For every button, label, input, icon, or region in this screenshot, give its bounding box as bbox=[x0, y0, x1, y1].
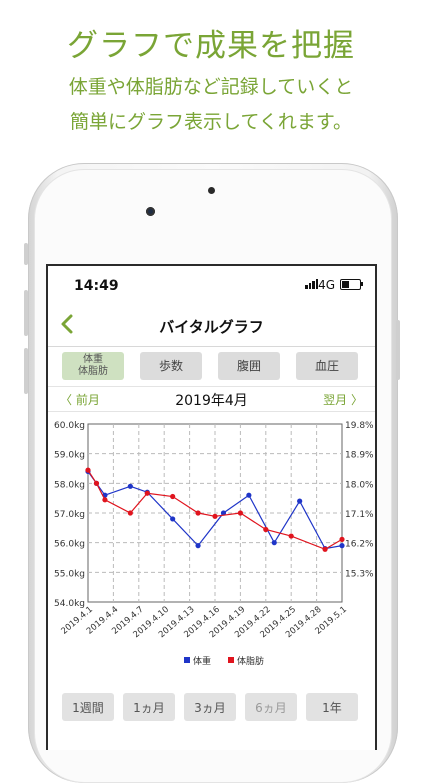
right-axis-tick-label: 15.3% bbox=[345, 569, 374, 579]
right-axis-tick-label: 16.2% bbox=[345, 540, 374, 550]
legend-label: 体重 bbox=[193, 655, 211, 667]
data-point-weight bbox=[271, 540, 277, 546]
data-point-bodyfat bbox=[212, 513, 218, 519]
data-point-weight bbox=[195, 543, 201, 549]
tab-blood-pressure[interactable]: 血圧 bbox=[296, 352, 358, 380]
data-point-bodyfat bbox=[93, 480, 100, 486]
tab-steps[interactable]: 歩数 bbox=[140, 352, 202, 380]
right-axis-tick-label: 17.1% bbox=[345, 510, 374, 520]
right-axis-tick-label: 18.0% bbox=[345, 480, 374, 490]
data-point-bodyfat bbox=[85, 467, 91, 473]
range-1-year-button[interactable]: 1年 bbox=[306, 693, 358, 721]
range-selector: 1週間 1ヵ月 3ヵ月 6ヵ月 1年 bbox=[48, 693, 375, 723]
next-month-button[interactable]: 翌月 〉 bbox=[323, 391, 363, 408]
promo-caption-line-1: 体重や体脂肪など記録していくと bbox=[68, 76, 354, 98]
volume-down-button bbox=[24, 348, 28, 394]
left-axis-tick-label: 55.0kg bbox=[54, 569, 85, 579]
range-1-month-button[interactable]: 1ヵ月 bbox=[123, 693, 175, 721]
data-point-weight bbox=[170, 516, 176, 522]
data-point-weight bbox=[339, 543, 345, 549]
data-point-bodyfat bbox=[288, 533, 294, 539]
mute-switch bbox=[24, 243, 28, 265]
data-point-bodyfat bbox=[263, 526, 269, 533]
vital-tabs: 体重 体脂肪 歩数 腹囲 血圧 bbox=[48, 348, 375, 384]
legend-swatch bbox=[228, 657, 234, 663]
data-point-bodyfat bbox=[322, 546, 328, 552]
app-screen: 14:49 4G バイタルグラフ 体重 体脂肪 歩数 腹囲 血圧 〈 前月 20… bbox=[46, 264, 377, 750]
range-3-months-button[interactable]: 3ヵ月 bbox=[184, 693, 236, 721]
front-camera bbox=[146, 207, 155, 216]
left-axis-tick-label: 54.0kg bbox=[54, 599, 85, 609]
vital-chart: 60.0kg 59.0kg 58.0kg 57.0kg 56.0kg 55.0kg 54.0… bbox=[54, 421, 374, 667]
data-point-bodyfat bbox=[102, 497, 108, 503]
range-1-week-button[interactable]: 1週間 bbox=[62, 693, 114, 721]
nav-bar: バイタルグラフ bbox=[48, 304, 375, 347]
signal-icon bbox=[305, 278, 318, 289]
right-axis-tick-label: 19.8% bbox=[345, 421, 374, 431]
data-point-bodyfat bbox=[195, 510, 201, 516]
data-point-bodyfat bbox=[127, 510, 133, 516]
promo-title: グラフで成果を把握 bbox=[67, 28, 355, 64]
data-point-bodyfat bbox=[237, 510, 243, 516]
left-axis-tick-label: 58.0kg bbox=[54, 480, 85, 490]
data-point-weight bbox=[297, 498, 303, 504]
tab-weight-bodyfat[interactable]: 体重 体脂肪 bbox=[62, 352, 124, 380]
status-time: 14:49 bbox=[74, 278, 119, 294]
month-navigator: 〈 前月 2019年4月 翌月 〉 bbox=[48, 386, 375, 412]
data-point-weight bbox=[127, 483, 133, 489]
tab-waist[interactable]: 腹囲 bbox=[218, 352, 280, 380]
data-point-bodyfat bbox=[339, 536, 345, 542]
data-point-bodyfat bbox=[144, 490, 150, 496]
legend-swatch bbox=[184, 657, 190, 663]
legend-label: 体脂肪 bbox=[237, 655, 264, 667]
promo-caption-line-2: 簡単にグラフ表示してくれます。 bbox=[70, 111, 352, 133]
network-type: 4G bbox=[318, 278, 335, 292]
volume-up-button bbox=[24, 290, 28, 336]
speaker-dot bbox=[208, 187, 215, 194]
range-6-months-button[interactable]: 6ヵ月 bbox=[245, 693, 297, 721]
left-axis-tick-label: 60.0kg bbox=[54, 421, 85, 431]
left-axis-tick-label: 59.0kg bbox=[54, 451, 85, 461]
left-axis-tick-label: 57.0kg bbox=[54, 510, 85, 520]
power-button bbox=[396, 320, 400, 380]
data-point-bodyfat bbox=[170, 493, 176, 500]
status-bar: 14:49 4G bbox=[48, 266, 375, 304]
right-axis-tick-label: 18.9% bbox=[345, 451, 374, 461]
battery-icon bbox=[340, 279, 363, 290]
left-axis-tick-label: 56.0kg bbox=[54, 540, 85, 550]
data-point-weight bbox=[246, 492, 252, 498]
page-title: バイタルグラフ bbox=[159, 318, 264, 336]
